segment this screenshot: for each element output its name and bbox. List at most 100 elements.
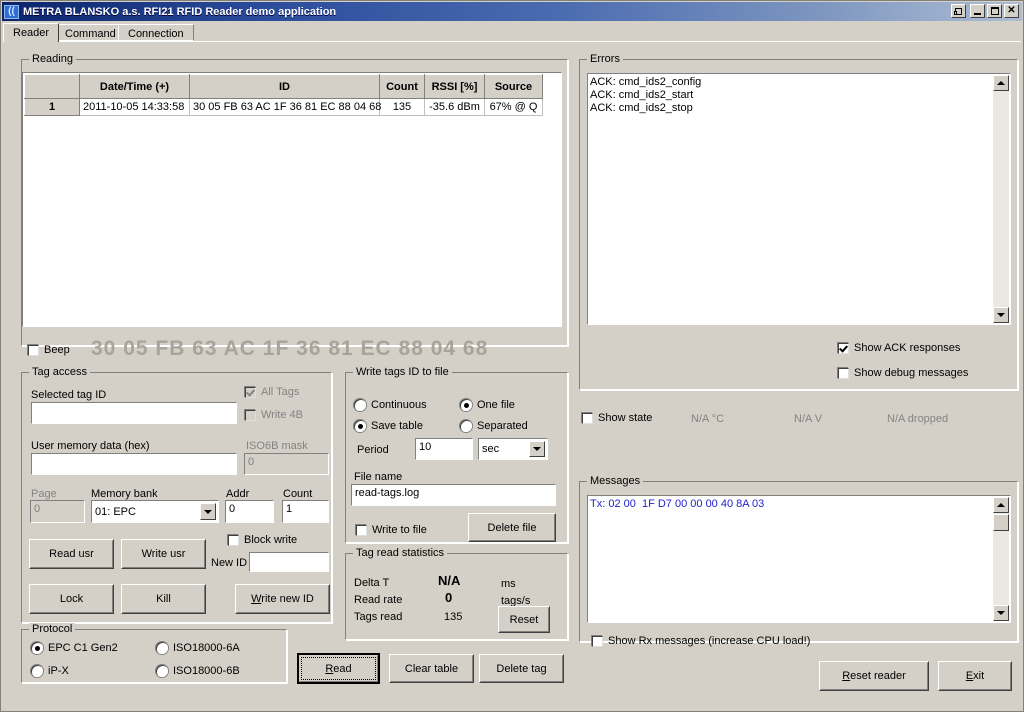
restore-window-button[interactable]	[951, 4, 966, 18]
cell-source: 67% @ Q	[484, 98, 543, 116]
period-unit-select[interactable]: sec	[478, 438, 548, 460]
close-icon: ✕	[1007, 5, 1016, 16]
beep-label: Beep	[44, 344, 70, 356]
chevron-down-icon[interactable]	[529, 441, 545, 457]
radio-save-table[interactable]: Save table	[354, 420, 423, 432]
minimize-button[interactable]	[970, 4, 985, 18]
reading-group-caption: Reading	[29, 53, 76, 65]
radio-box	[354, 420, 366, 432]
scroll-down-icon[interactable]	[993, 307, 1009, 323]
signal-waves-icon: ((	[4, 4, 19, 19]
reset-reader-button[interactable]: Reset reader	[819, 661, 929, 691]
application-window: (( METRA BLANSKO a.s. RFI21 RFID Reader …	[0, 0, 1024, 712]
user-memory-input[interactable]	[31, 453, 237, 475]
col-index[interactable]	[24, 74, 80, 99]
messages-log[interactable]: Tx: 02 00 1F D7 00 00 00 40 8A 03	[587, 495, 1011, 623]
radio-separated[interactable]: Separated	[460, 420, 528, 432]
errors-log[interactable]: ACK: cmd_ids2_config ACK: cmd_ids2_start…	[587, 73, 1011, 325]
tab-command[interactable]: Command	[55, 24, 126, 41]
show-debug-label: Show debug messages	[854, 367, 969, 379]
cell-count: 135	[379, 98, 425, 116]
col-id[interactable]: ID	[189, 74, 380, 99]
messages-log-text: Tx: 02 00 1F D7 00 00 00 40 8A 03	[590, 498, 765, 510]
save-table-label: Save table	[371, 420, 423, 432]
radio-continuous[interactable]: Continuous	[354, 399, 427, 411]
window-title: METRA BLANSKO a.s. RFI21 RFID Reader dem…	[23, 5, 337, 18]
cell-rssi: -35.6 dBm	[424, 98, 485, 116]
errors-scrollbar[interactable]	[993, 75, 1009, 323]
errors-caption: Errors	[587, 53, 623, 65]
table-row[interactable]: 1 2011-10-05 14:33:58 30 05 FB 63 AC 1F …	[24, 98, 543, 116]
write-to-file-checkbox[interactable]: Write to file	[355, 524, 427, 536]
maximize-button[interactable]	[987, 4, 1002, 18]
col-datetime[interactable]: Date/Time (+)	[79, 74, 190, 99]
protocol-option-label: ISO18000-6A	[173, 642, 240, 654]
col-count[interactable]: Count	[379, 74, 425, 99]
delta-t-unit: ms	[501, 578, 516, 590]
count-input[interactable]: 1	[282, 500, 329, 523]
radio-box	[31, 665, 43, 677]
block-write-checkbox[interactable]: Block write	[227, 534, 297, 546]
protocol-radio-iso18000-6a[interactable]: ISO18000-6A	[156, 642, 240, 654]
scroll-up-icon[interactable]	[993, 75, 1009, 91]
read-button[interactable]: Read	[297, 653, 380, 684]
statistics-caption: Tag read statistics	[353, 547, 448, 559]
dropped-value: N/A dropped	[887, 413, 949, 425]
errors-log-text: ACK: cmd_ids2_config ACK: cmd_ids2_start…	[590, 76, 702, 114]
protocol-radio-epc-c1-gen2[interactable]: EPC C1 Gen2	[31, 642, 118, 654]
show-rx-label: Show Rx messages (increase CPU load!)	[608, 635, 811, 647]
all-tags-checkbox[interactable]: All Tags	[244, 386, 299, 398]
scroll-thumb[interactable]	[993, 514, 1009, 531]
addr-input[interactable]: 0	[225, 500, 274, 523]
scroll-down-icon[interactable]	[993, 605, 1009, 621]
selected-tag-id-input[interactable]	[31, 402, 237, 424]
delete-tag-button[interactable]: Delete tag	[479, 654, 564, 683]
show-rx-checkbox[interactable]: Show Rx messages (increase CPU load!)	[591, 635, 810, 647]
checkbox-box	[591, 635, 603, 647]
write-4b-checkbox[interactable]: Write 4B	[244, 409, 303, 421]
clear-table-button[interactable]: Clear table	[389, 654, 474, 683]
tab-connection[interactable]: Connection	[118, 24, 194, 41]
scroll-up-icon[interactable]	[993, 497, 1009, 513]
close-button[interactable]: ✕	[1004, 4, 1019, 18]
show-state-checkbox[interactable]: Show state	[581, 412, 652, 424]
protocol-radio-ip-x[interactable]: iP-X	[31, 665, 69, 677]
checkbox-box	[581, 412, 593, 424]
reading-table[interactable]: Date/Time (+) ID Count RSSI [%] Source 1…	[22, 72, 562, 327]
checkbox-box	[227, 534, 239, 546]
chevron-down-icon[interactable]	[200, 503, 216, 520]
col-source[interactable]: Source	[484, 74, 543, 99]
cell-id: 30 05 FB 63 AC 1F 36 81 EC 88 04 68	[189, 98, 381, 116]
show-debug-checkbox[interactable]: Show debug messages	[837, 367, 968, 379]
voltage-value: N/A V	[794, 413, 823, 425]
selected-tag-id-label: Selected tag ID	[31, 389, 107, 401]
exit-button[interactable]: Exit	[938, 661, 1012, 691]
beep-checkbox[interactable]: Beep	[27, 344, 70, 356]
read-usr-button[interactable]: Read usr	[29, 539, 114, 569]
protocol-radio-iso18000-6b[interactable]: ISO18000-6B	[156, 665, 240, 677]
write-new-id-button[interactable]: Write new ID	[235, 584, 330, 614]
delete-file-button[interactable]: Delete file	[468, 513, 556, 542]
messages-caption: Messages	[587, 475, 644, 487]
file-name-input[interactable]: read-tags.log	[351, 484, 556, 506]
count-label: Count	[283, 488, 313, 500]
lock-button[interactable]: Lock	[29, 584, 114, 614]
kill-button[interactable]: Kill	[121, 584, 206, 614]
read-rate-label: Read rate	[354, 594, 403, 606]
new-id-input[interactable]	[249, 552, 329, 572]
protocol-caption: Protocol	[29, 623, 76, 635]
messages-scrollbar[interactable]	[993, 497, 1009, 621]
tab-reader[interactable]: Reader	[3, 23, 60, 42]
page-input: 0	[30, 500, 85, 523]
write-usr-button[interactable]: Write usr	[121, 539, 206, 569]
period-input[interactable]: 10	[415, 438, 473, 460]
show-ack-checkbox[interactable]: Show ACK responses	[837, 342, 960, 354]
radio-box	[31, 642, 43, 654]
reset-button[interactable]: Reset	[498, 606, 550, 633]
radio-box	[354, 399, 366, 411]
write-4b-label: Write 4B	[261, 409, 303, 421]
radio-one-file[interactable]: One file	[460, 399, 515, 411]
period-label: Period	[357, 444, 389, 456]
col-rssi[interactable]: RSSI [%]	[424, 74, 485, 99]
memory-bank-select[interactable]: 01: EPC	[91, 500, 219, 523]
